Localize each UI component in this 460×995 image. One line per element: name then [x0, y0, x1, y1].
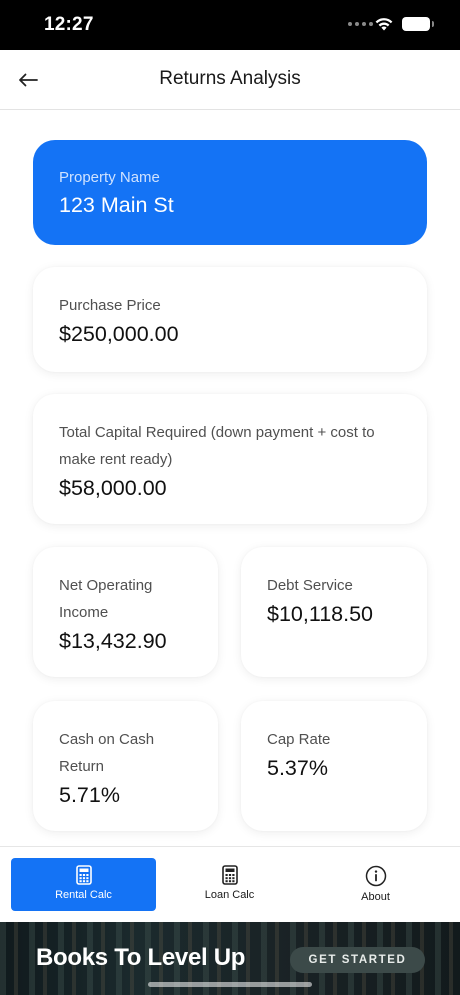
total-capital-value: $58,000.00 — [59, 476, 167, 500]
property-name-value: 123 Main St — [59, 193, 174, 217]
cap-rate-value: 5.37% — [267, 756, 328, 780]
cash-on-cash-value: 5.71% — [59, 783, 120, 807]
cap-rate-card: Cap Rate 5.37% — [241, 701, 427, 831]
calculator-icon — [221, 865, 238, 885]
calculator-icon — [75, 865, 92, 885]
cap-rate-label: Cap Rate — [267, 731, 331, 748]
signal-dots-icon — [348, 22, 373, 26]
debt-service-label: Debt Service — [267, 577, 353, 594]
tab-about-label: About — [361, 891, 390, 903]
info-icon — [365, 865, 386, 887]
battery-icon — [402, 17, 434, 31]
tab-bar: Rental Calc Loan Calc About — [0, 846, 460, 922]
nav-bar: Returns Analysis — [0, 50, 460, 110]
purchase-price-value: $250,000.00 — [59, 322, 179, 346]
banner-title: Books To Level Up — [36, 944, 246, 971]
debt-service-card: Debt Service $10,118.50 — [241, 547, 427, 677]
results-list[interactable]: Property Name 123 Main St Purchase Price… — [0, 111, 460, 846]
tab-loan-calc-label: Loan Calc — [204, 889, 255, 901]
debt-service-value: $10,118.50 — [267, 602, 374, 626]
home-indicator[interactable] — [148, 982, 312, 987]
tab-about[interactable]: About — [303, 858, 448, 911]
wifi-icon — [375, 18, 393, 31]
total-capital-label: Total Capital Required (down payment + c… — [59, 424, 375, 468]
property-name-card: Property Name 123 Main St — [33, 140, 427, 245]
net-operating-income-value: $13,432.90 — [59, 629, 167, 653]
cash-on-cash-label: Cash on Cash Return — [59, 731, 155, 775]
net-operating-income-card: Net Operating Income $13,432.90 — [33, 547, 218, 677]
purchase-price-label: Purchase Price — [59, 297, 161, 314]
cash-on-cash-card: Cash on Cash Return 5.71% — [33, 701, 218, 831]
page-title: Returns Analysis — [159, 68, 301, 89]
get-started-button[interactable]: GET STARTED — [290, 947, 425, 973]
total-capital-card: Total Capital Required (down payment + c… — [33, 394, 427, 524]
tab-rental-calc-label: Rental Calc — [55, 889, 112, 901]
tab-loan-calc[interactable]: Loan Calc — [157, 858, 302, 911]
property-name-label: Property Name — [59, 169, 160, 186]
net-operating-income-label: Net Operating Income — [59, 577, 153, 621]
status-time: 12:27 — [44, 14, 94, 35]
tab-rental-calc[interactable]: Rental Calc — [11, 858, 156, 911]
purchase-price-card: Purchase Price $250,000.00 — [33, 267, 427, 372]
status-bar: 12:27 — [0, 0, 460, 50]
